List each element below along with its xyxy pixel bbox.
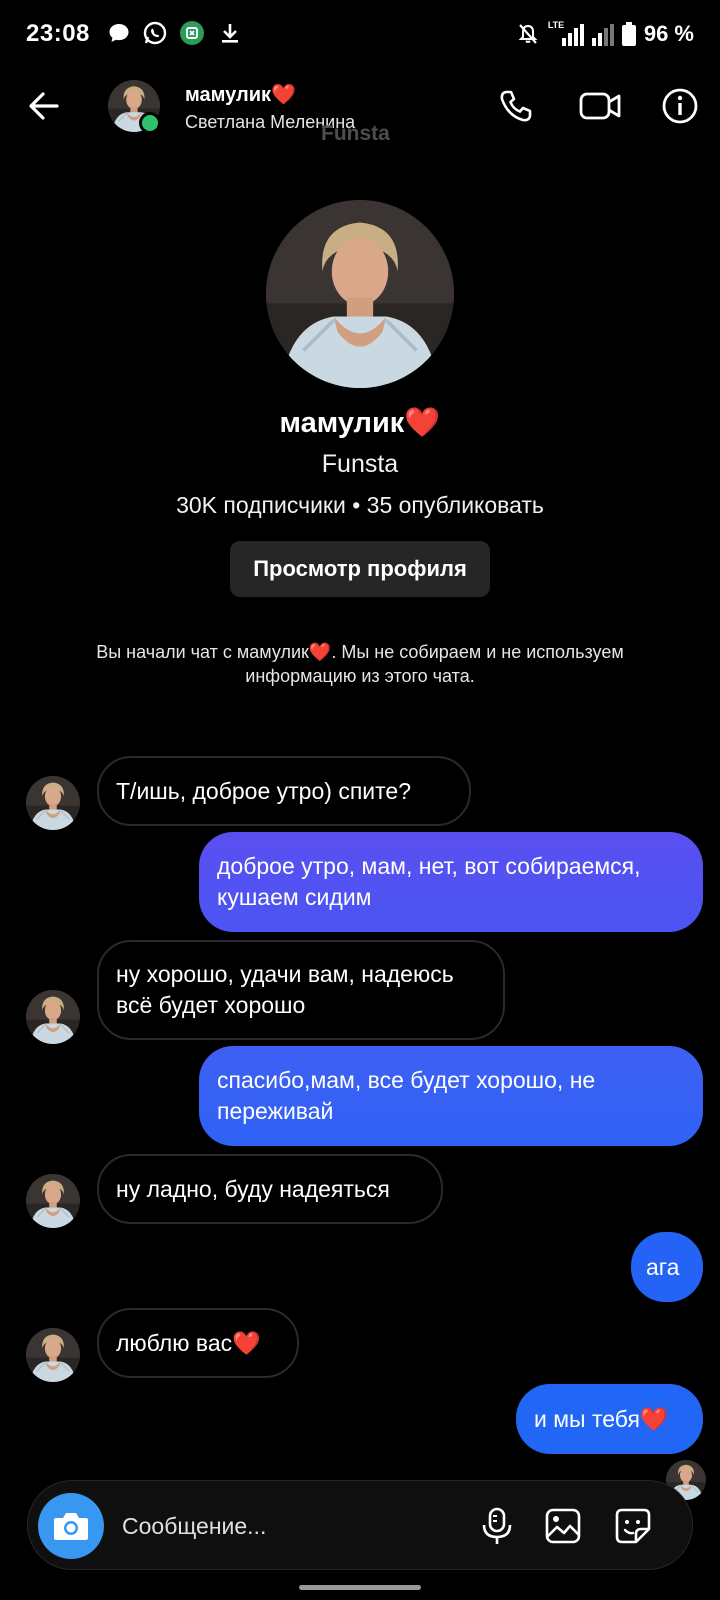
- home-indicator[interactable]: [299, 1585, 421, 1590]
- info-button[interactable]: [656, 82, 704, 130]
- message-composer: [27, 1480, 693, 1570]
- contact-name[interactable]: мамулик❤️: [185, 82, 296, 107]
- status-right-group: LTE 96 %: [516, 20, 694, 48]
- chat-header: мамулик❤️ Светлана Меленина Funsta: [0, 70, 720, 145]
- status-time: 23:08: [26, 20, 90, 47]
- network-type: LTE: [547, 20, 565, 30]
- message-incoming[interactable]: ну хорошо, удачи вам, надеюсь всё будет …: [97, 940, 505, 1040]
- back-button[interactable]: [22, 84, 66, 128]
- battery-icon: [621, 22, 636, 46]
- online-indicator: [139, 112, 161, 134]
- signal-icon: LTE: [547, 20, 614, 46]
- message-incoming[interactable]: Т/ишь, доброе утро) спите?: [97, 756, 471, 826]
- message-input[interactable]: [122, 1506, 452, 1546]
- gallery-icon: [545, 1508, 581, 1544]
- message-avatar[interactable]: [26, 1174, 80, 1228]
- message-outgoing[interactable]: ага: [631, 1232, 703, 1302]
- camera-icon: [54, 1513, 88, 1540]
- voice-message-button[interactable]: [474, 1503, 520, 1549]
- message-outgoing[interactable]: доброе утро, мам, нет, вот собираемся, к…: [199, 832, 703, 932]
- microphone-icon: [482, 1507, 512, 1544]
- whatsapp-icon: [142, 20, 168, 46]
- camera-button[interactable]: [38, 1493, 104, 1559]
- chat-privacy-notice: Вы начали чат с мамулик❤️. Мы не собирае…: [96, 642, 624, 686]
- message-outgoing[interactable]: и мы тебя❤️: [516, 1384, 703, 1454]
- sticker-button[interactable]: [610, 1503, 656, 1549]
- battery-percent: 96 %: [643, 21, 694, 46]
- gallery-button[interactable]: [540, 1503, 586, 1549]
- profile-photo[interactable]: [266, 200, 454, 388]
- download-icon: [217, 20, 243, 46]
- profile-app-name: Funsta: [321, 450, 399, 478]
- message-avatar[interactable]: [26, 990, 80, 1044]
- message-incoming[interactable]: ну ладно, буду надеяться: [97, 1154, 443, 1224]
- profile-name: мамулик❤️: [279, 407, 441, 439]
- call-button[interactable]: [492, 82, 540, 130]
- video-call-button[interactable]: [576, 82, 624, 130]
- back-arrow-icon: [29, 92, 59, 120]
- app-watermark: Funsta: [321, 122, 390, 145]
- phone-icon: [500, 90, 532, 122]
- info-icon: [662, 88, 698, 124]
- view-profile-button[interactable]: Просмотр профиля: [230, 541, 490, 597]
- chat-bubble-icon: [106, 20, 132, 46]
- sticker-icon: [615, 1508, 651, 1544]
- message-avatar[interactable]: [26, 1328, 80, 1382]
- app-icon: [179, 20, 205, 46]
- video-camera-icon: [579, 92, 621, 120]
- message-outgoing[interactable]: спасибо,мам, все будет хорошо, не пережи…: [199, 1046, 703, 1146]
- message-avatar[interactable]: [26, 776, 80, 830]
- profile-stats: 30K подписчики • 35 опубликовать: [176, 492, 544, 518]
- status-bar: 23:08 LTE 96 %: [0, 0, 720, 68]
- mute-icon: [516, 22, 540, 46]
- message-incoming[interactable]: люблю вас❤️: [97, 1308, 299, 1378]
